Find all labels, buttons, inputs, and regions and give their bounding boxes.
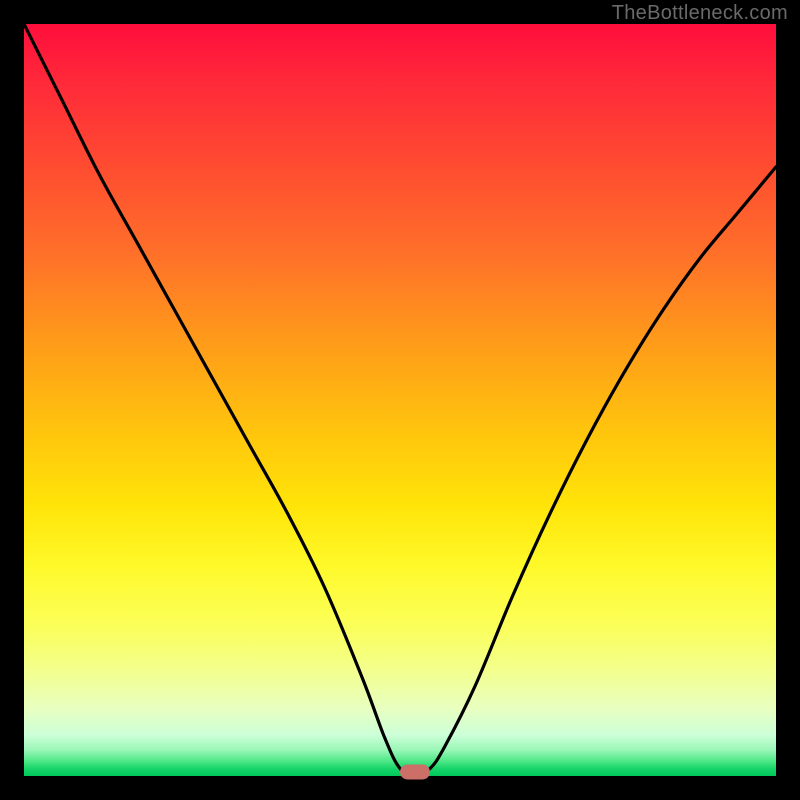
- watermark-text: TheBottleneck.com: [612, 2, 788, 25]
- optimal-marker: [400, 765, 430, 780]
- chart-frame: TheBottleneck.com: [0, 0, 800, 800]
- bottleneck-curve: [24, 24, 776, 776]
- plot-area: [24, 24, 776, 776]
